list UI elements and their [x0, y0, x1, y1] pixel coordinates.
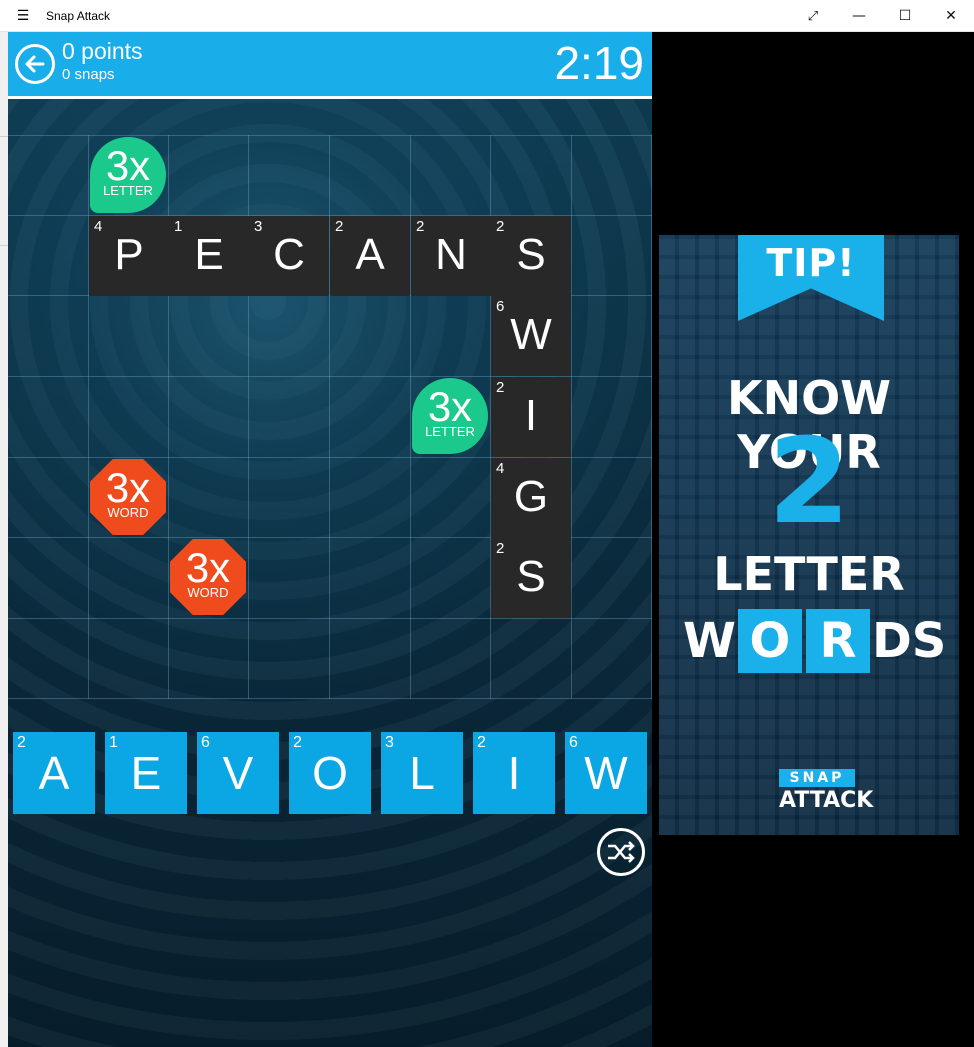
board-tile: 2 S — [491, 216, 571, 296]
tip-word-part: W — [683, 613, 736, 669]
countdown-timer: 2:19 — [554, 37, 644, 89]
arrow-left-icon — [25, 55, 45, 73]
rack-tile[interactable]: 2 I — [473, 732, 555, 814]
game-area: 0 points 0 snaps 2:19 3x LETTER 3x LETTE… — [8, 32, 652, 1047]
score-header: 0 points 0 snaps 2:19 — [8, 32, 652, 99]
tip-word-part: DS — [871, 613, 947, 669]
close-icon[interactable]: ✕ — [928, 0, 974, 32]
board-tile: 6 W — [491, 296, 571, 376]
rack-tile[interactable]: 6 V — [197, 732, 279, 814]
title-bar: ☰ Snap Attack ⤢ — ☐ ✕ — [0, 0, 974, 32]
bonus-triple-word: 3x WORD — [90, 459, 166, 535]
board-tile: 1 E — [169, 216, 249, 296]
board-tile: 4 P — [89, 216, 169, 296]
rack-tile[interactable]: 1 E — [105, 732, 187, 814]
rack-tile[interactable]: 2 A — [13, 732, 95, 814]
tip-line-3: LETTER — [713, 547, 905, 601]
minimize-icon[interactable]: — — [836, 0, 882, 32]
board-tile: 2 N — [411, 216, 491, 296]
shuffle-button[interactable] — [597, 828, 645, 876]
tip-word-highlight: O — [737, 609, 802, 673]
rack-tile[interactable]: 3 L — [381, 732, 463, 814]
tip-word-highlight: R — [805, 609, 870, 673]
snap-attack-logo: SNAP ATTACK — [779, 769, 874, 813]
board-tile: 2 A — [330, 216, 410, 296]
bonus-triple-letter: 3x LETTER — [412, 378, 488, 454]
back-button[interactable] — [15, 44, 55, 84]
tip-number: 2 — [767, 412, 851, 550]
rack-tile[interactable]: 2 O — [289, 732, 371, 814]
board-tile: 2 I — [491, 377, 571, 457]
board-tile: 4 G — [491, 458, 571, 538]
shuffle-icon — [608, 841, 635, 863]
expand-icon[interactable]: ⤢ — [790, 0, 836, 32]
bonus-triple-letter: 3x LETTER — [90, 137, 166, 213]
tip-line-4: W O R DS — [683, 607, 946, 675]
game-board[interactable]: 3x LETTER 3x LETTER 3x WORD 3x WORD 4 P … — [8, 135, 652, 699]
bonus-triple-word: 3x WORD — [170, 539, 246, 615]
board-tile: 2 S — [491, 538, 571, 618]
window-controls: ⤢ — ☐ ✕ — [790, 0, 974, 32]
tip-banner: TIP! — [766, 241, 856, 285]
snaps-label: 0 snaps — [62, 66, 115, 83]
tip-panel[interactable]: TIP! KNOW YOUR 2 LETTER W O R DS SNAP AT… — [659, 235, 959, 835]
maximize-icon[interactable]: ☐ — [882, 0, 928, 32]
rack-tile[interactable]: 6 W — [565, 732, 647, 814]
left-edge-strip — [0, 32, 8, 1047]
points-label: 0 points — [62, 38, 143, 64]
hamburger-menu-icon[interactable]: ☰ — [0, 0, 46, 32]
board-tile: 3 C — [249, 216, 329, 296]
window-title: Snap Attack — [46, 8, 111, 23]
